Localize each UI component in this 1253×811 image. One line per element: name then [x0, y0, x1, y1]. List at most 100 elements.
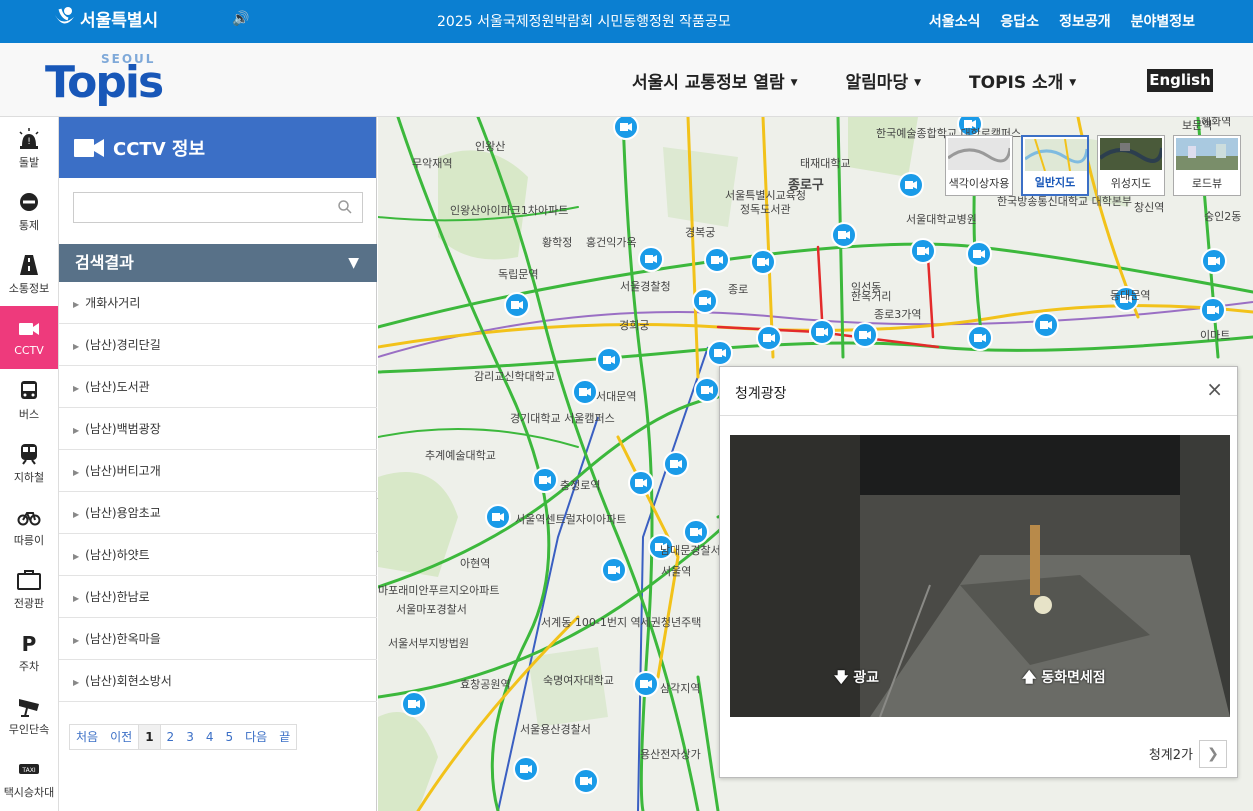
cctv-marker[interactable] [910, 238, 936, 264]
rail-item-bus[interactable]: 버스 [0, 369, 58, 432]
cctv-marker[interactable] [628, 470, 654, 496]
map-type-roadview[interactable]: 로드뷰 [1173, 135, 1241, 196]
rail-item-cctv[interactable]: CCTV [0, 306, 58, 369]
cctv-video-feed[interactable]: 🡇 광교 🡅 동화면세점 [730, 435, 1230, 717]
cctv-marker[interactable] [596, 347, 622, 373]
topis-logo[interactable]: SEOUL Topis [45, 52, 170, 108]
cctv-marker[interactable] [707, 340, 733, 366]
results-list: ▶ 개화사거리 ▶ (남산)경리단길 ▶ (남산)도서관 ▶ (남산)백범광장 ▶ (남산… [59, 282, 377, 702]
map-label: 인왕산아이파크1차아파트 [450, 204, 568, 217]
list-item[interactable]: ▶ 개화사거리 [59, 282, 377, 324]
list-item[interactable]: ▶ (남산)회현소방서 [59, 660, 377, 702]
cctv-marker[interactable] [694, 377, 720, 403]
map-type-satellite[interactable]: 위성지도 [1097, 135, 1165, 196]
link-seoul-news[interactable]: 서울소식 [929, 11, 981, 31]
cctv-marker[interactable] [613, 117, 639, 140]
list-item[interactable]: ▶ (남산)경리단길 [59, 324, 377, 366]
cctv-marker[interactable] [572, 379, 598, 405]
cctv-marker[interactable] [663, 451, 689, 477]
page-3[interactable]: 3 [180, 725, 200, 749]
bicycle-icon [17, 511, 41, 525]
nav-traffic-info[interactable]: 서울시 교통정보 열람 ▼ [632, 68, 798, 93]
rail-item-taxi[interactable]: TAXI 택시승차대 [0, 747, 58, 810]
page-1[interactable]: 1 [138, 725, 161, 749]
cctv-marker[interactable] [966, 241, 992, 267]
rail-item-control[interactable]: 통제 [0, 180, 58, 243]
rail-item-incident[interactable]: ! 돌발 [0, 117, 58, 180]
rail-item-parking[interactable]: P 주차 [0, 621, 58, 684]
seoul-city-logo[interactable]: 서울특별시 [52, 5, 158, 31]
cctv-marker[interactable] [532, 467, 558, 493]
cctv-marker[interactable] [967, 325, 993, 351]
rail-item-signboard[interactable]: 전광판 [0, 558, 58, 621]
rail-item-subway[interactable]: 지하철 [0, 432, 58, 495]
cctv-marker[interactable] [573, 768, 599, 794]
cctv-marker[interactable] [1033, 312, 1059, 338]
list-item[interactable]: ▶ (남산)도서관 [59, 366, 377, 408]
list-item[interactable]: ▶ (남산)용암초교 [59, 492, 377, 534]
cctv-marker[interactable] [809, 319, 835, 345]
cctv-search-box [73, 192, 363, 223]
cctv-marker[interactable] [601, 557, 627, 583]
cctv-marker[interactable] [1200, 297, 1226, 323]
link-open-info[interactable]: 정보공개 [1059, 11, 1111, 31]
cctv-marker[interactable] [1201, 248, 1227, 274]
cctv-marker[interactable] [683, 519, 709, 545]
cctv-marker[interactable] [756, 325, 782, 351]
close-icon[interactable]: × [1206, 377, 1223, 401]
list-item[interactable]: ▶ (남산)한남로 [59, 576, 377, 618]
page-2[interactable]: 2 [161, 725, 181, 749]
bus-icon [21, 380, 37, 399]
chevron-right-icon: ▶ [73, 468, 80, 477]
cctv-marker[interactable] [750, 249, 776, 275]
cctv-marker[interactable] [485, 504, 511, 530]
cctv-marker[interactable] [513, 756, 539, 782]
search-icon[interactable] [337, 199, 353, 215]
map-label: 삼각지역 [660, 682, 700, 695]
map-label: 황학정 [542, 236, 572, 249]
list-item[interactable]: ▶ (남산)버티고개 [59, 450, 377, 492]
nav-notice[interactable]: 알림마당 ▼ [846, 68, 921, 93]
list-item[interactable]: ▶ (남산)하얏트 [59, 534, 377, 576]
map-label: 숙명여자대학교 [543, 674, 614, 687]
map-type-color-blind[interactable]: 색각이상자용 [945, 135, 1013, 196]
link-field-info[interactable]: 분야별정보 [1131, 11, 1195, 31]
rail-label: 소통정보 [8, 281, 50, 295]
map-label: 남대문경찰서 [660, 544, 721, 557]
cctv-marker[interactable] [852, 322, 878, 348]
map-label: 아현역 [460, 557, 490, 570]
rail-item-speed-camera[interactable]: 무인단속 [0, 684, 58, 747]
page-last[interactable]: 끝 [273, 725, 296, 749]
search-input[interactable] [74, 193, 324, 222]
rail-item-bike[interactable]: 따릉이 [0, 495, 58, 558]
map-type-standard[interactable]: 일반지도 [1021, 135, 1089, 196]
park-area [528, 647, 608, 727]
list-item-label: 개화사거리 [85, 296, 141, 310]
results-header[interactable]: 검색결과 ▼ [59, 244, 377, 282]
list-item[interactable]: ▶ (남산)한옥마을 [59, 618, 377, 660]
page-4[interactable]: 4 [200, 725, 220, 749]
page-next[interactable]: 다음 [239, 725, 273, 749]
list-item[interactable]: ▶ (남산)백범광장 [59, 408, 377, 450]
nav-about[interactable]: TOPIS 소개 ▼ [969, 68, 1076, 93]
list-item-label: (남산)한남로 [85, 590, 150, 604]
cctv-marker[interactable] [633, 671, 659, 697]
page-first[interactable]: 처음 [70, 725, 104, 749]
list-item-label: (남산)용암초교 [85, 506, 161, 520]
english-button[interactable]: English [1147, 69, 1213, 92]
map-label: 서울용산경찰서 [520, 723, 591, 736]
cctv-marker[interactable] [831, 222, 857, 248]
notice-ticker[interactable]: 2025 서울국제정원박람회 시민동행정원 작품공모 [437, 11, 731, 31]
link-eungdapso[interactable]: 응답소 [1000, 11, 1039, 31]
page-5[interactable]: 5 [219, 725, 239, 749]
cctv-marker[interactable] [898, 172, 924, 198]
cctv-marker[interactable] [692, 288, 718, 314]
pagination: 처음 이전 1 2 3 4 5 다음 끝 [69, 724, 298, 750]
page-prev[interactable]: 이전 [104, 725, 138, 749]
rail-item-traffic[interactable]: 소통정보 [0, 243, 58, 306]
next-camera-button[interactable]: ❯ [1199, 740, 1227, 768]
cctv-marker[interactable] [704, 247, 730, 273]
cctv-marker[interactable] [638, 246, 664, 272]
cctv-marker[interactable] [504, 292, 530, 318]
cctv-marker[interactable] [401, 691, 427, 717]
